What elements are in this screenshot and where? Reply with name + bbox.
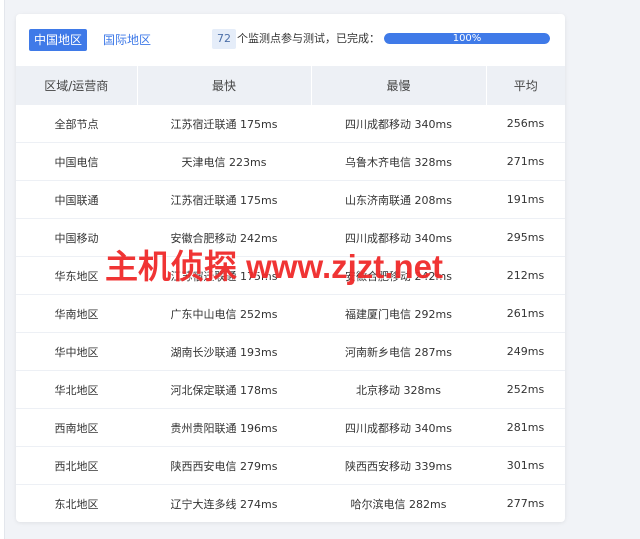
table-body: 全部节点 江苏宿迁联通 175ms 四川成都移动 340ms 256ms 中国电信 天津电… (16, 105, 565, 522)
fastest-cell: 江苏宿迁联通 175ms (137, 180, 311, 219)
table-row: 全部节点 江苏宿迁联通 175ms 四川成都移动 340ms 256ms (16, 105, 565, 143)
fastest-cell: 安徽合肥移动 242ms (137, 218, 311, 257)
table-row: 中国移动 安徽合肥移动 242ms 四川成都移动 340ms 295ms (16, 218, 565, 257)
average-cell: 271ms (486, 142, 565, 181)
fastest-cell: 辽宁大连多线 274ms (137, 484, 311, 522)
slowest-cell: 福建厦门电信 292ms (311, 294, 486, 333)
average-cell: 261ms (486, 294, 565, 333)
table-row: 西北地区 陕西西安电信 279ms 陕西西安移动 339ms 301ms (16, 446, 565, 485)
table-row: 华北地区 河北保定联通 178ms 北京移动 328ms 252ms (16, 370, 565, 409)
slowest-cell: 安徽合肥移动 242ms (311, 256, 486, 295)
region-cell: 东北地区 (16, 484, 137, 522)
slowest-cell: 四川成都移动 340ms (311, 408, 486, 447)
fastest-cell: 陕西西安电信 279ms (137, 446, 311, 485)
slowest-cell: 乌鲁木齐电信 328ms (311, 142, 486, 181)
progress-bar: 100% (384, 33, 550, 44)
slowest-cell: 哈尔滨电信 282ms (311, 484, 486, 522)
status-text: 个监测点参与测试，已完成： (237, 32, 380, 45)
average-cell: 277ms (486, 484, 565, 522)
table-row: 华东地区 江苏宿迁联通 175ms 安徽合肥移动 242ms 212ms (16, 256, 565, 295)
fastest-cell: 江苏宿迁联通 175ms (137, 105, 311, 143)
region-cell: 西南地区 (16, 408, 137, 447)
table-row: 华中地区 湖南长沙联通 193ms 河南新乡电信 287ms 249ms (16, 332, 565, 371)
fastest-cell: 贵州贵阳联通 196ms (137, 408, 311, 447)
slowest-cell: 北京移动 328ms (311, 370, 486, 409)
region-cell: 华东地区 (16, 256, 137, 295)
column-header-region: 区域/运营商 (16, 66, 138, 105)
column-header-average: 平均 (486, 66, 565, 105)
average-cell: 191ms (486, 180, 565, 219)
region-cell: 华北地区 (16, 370, 137, 409)
average-cell: 212ms (486, 256, 565, 295)
column-header-slowest: 最慢 (311, 66, 487, 105)
fastest-cell: 湖南长沙联通 193ms (137, 332, 311, 371)
slowest-cell: 陕西西安移动 339ms (311, 446, 486, 485)
node-count-badge: 72 (212, 29, 236, 49)
slowest-cell: 四川成都移动 340ms (311, 105, 486, 143)
region-cell: 华中地区 (16, 332, 137, 371)
region-cell: 西北地区 (16, 446, 137, 485)
progress-label: 100% (452, 33, 482, 44)
fastest-cell: 广东中山电信 252ms (137, 294, 311, 333)
region-cell: 全部节点 (16, 105, 137, 143)
average-cell: 256ms (486, 105, 565, 143)
fastest-cell: 河北保定联通 178ms (137, 370, 311, 409)
average-cell: 252ms (486, 370, 565, 409)
table-row: 东北地区 辽宁大连多线 274ms 哈尔滨电信 282ms 277ms (16, 484, 565, 522)
table-header: 区域/运营商 最快 最慢 平均 (16, 66, 565, 105)
result-toolbar: 中国地区 国际地区 72 个监测点参与测试，已完成： 100% (16, 14, 565, 66)
table-row: 西南地区 贵州贵阳联通 196ms 四川成都移动 340ms 281ms (16, 408, 565, 447)
average-cell: 249ms (486, 332, 565, 371)
column-header-fastest: 最快 (137, 66, 312, 105)
left-panel-edge (0, 0, 5, 539)
results-table: 区域/运营商 最快 最慢 平均 全部节点 江苏宿迁联通 175ms 四川成都移动 3… (16, 66, 565, 522)
region-cell: 中国移动 (16, 218, 137, 257)
slowest-cell: 河南新乡电信 287ms (311, 332, 486, 371)
region-cell: 中国联通 (16, 180, 137, 219)
table-row: 华南地区 广东中山电信 252ms 福建厦门电信 292ms 261ms (16, 294, 565, 333)
average-cell: 295ms (486, 218, 565, 257)
region-cell: 中国电信 (16, 142, 137, 181)
table-row: 中国联通 江苏宿迁联通 175ms 山东济南联通 208ms 191ms (16, 180, 565, 219)
fastest-cell: 江苏宿迁联通 175ms (137, 256, 311, 295)
average-cell: 301ms (486, 446, 565, 485)
tab-china-region[interactable]: 中国地区 (29, 29, 88, 51)
tab-international-region[interactable]: 国际地区 (98, 29, 156, 51)
slowest-cell: 四川成都移动 340ms (311, 218, 486, 257)
slowest-cell: 山东济南联通 208ms (311, 180, 486, 219)
average-cell: 281ms (486, 408, 565, 447)
fastest-cell: 天津电信 223ms (137, 142, 311, 181)
speed-test-card: 中国地区 国际地区 72 个监测点参与测试，已完成： 100% 区域/运营商 最… (16, 14, 565, 522)
table-row: 中国电信 天津电信 223ms 乌鲁木齐电信 328ms 271ms (16, 142, 565, 181)
region-cell: 华南地区 (16, 294, 137, 333)
